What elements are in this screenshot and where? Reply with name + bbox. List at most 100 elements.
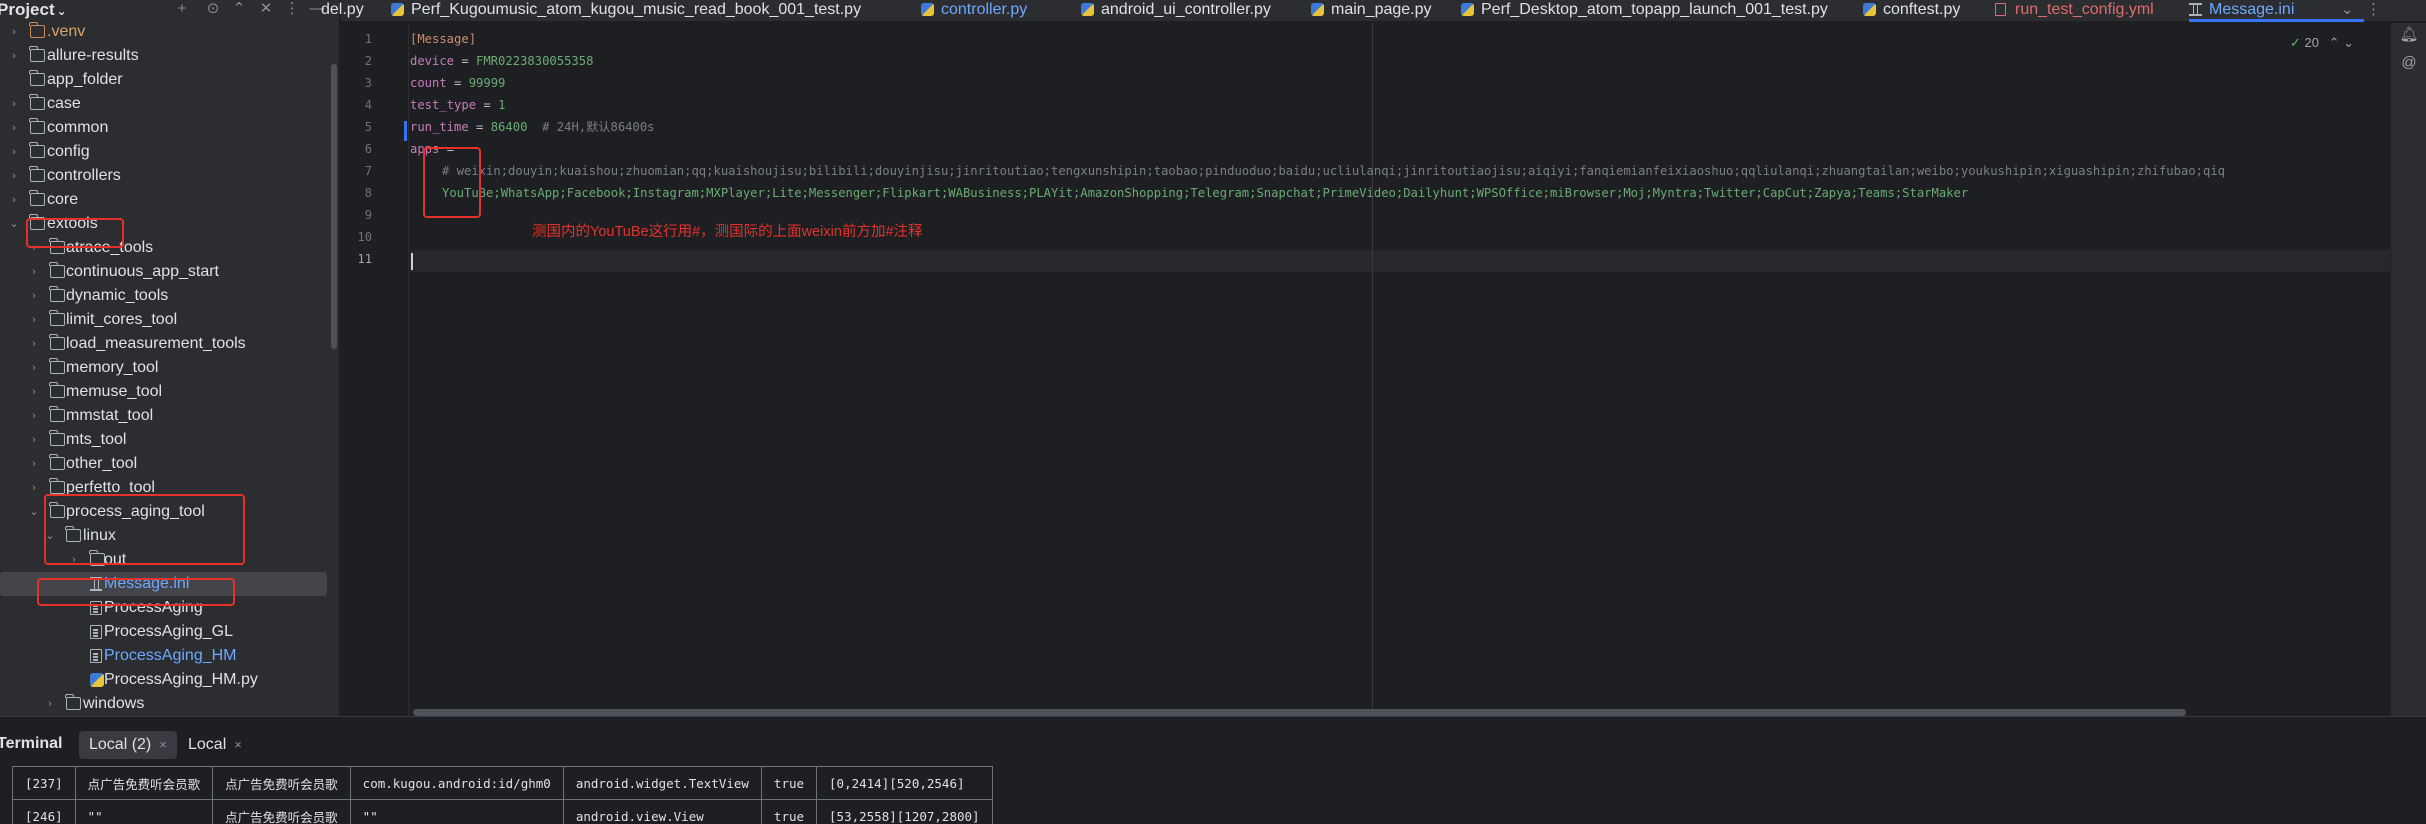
- tab-run-test-config-yml[interactable]: run_test_config.yml: [1995, 0, 2181, 22]
- tree-item-core[interactable]: › core: [0, 188, 339, 212]
- project-title[interactable]: Project ⌄: [0, 0, 67, 21]
- tree-item-processaging-hm-py[interactable]: ProcessAging_HM.py: [0, 668, 339, 692]
- chevron-right-icon[interactable]: ›: [68, 548, 80, 572]
- chevron-right-icon[interactable]: ›: [8, 164, 20, 188]
- chevron-right-icon[interactable]: ›: [28, 356, 40, 380]
- tree-item-processaging-gl[interactable]: ProcessAging_GL: [0, 620, 339, 644]
- tree-item-perfetto-tool[interactable]: › perfetto_tool: [0, 476, 339, 500]
- code-line-7[interactable]: # weixin;douyin;kuaishou;zhuomian;qq;kua…: [442, 160, 2225, 182]
- expand-all-icon[interactable]: ⌃: [229, 0, 249, 20]
- chevron-down-icon[interactable]: ⌄: [28, 500, 40, 524]
- line-number: 7: [364, 164, 372, 178]
- project-scrollbar[interactable]: [331, 64, 337, 349]
- terminal-tab-local-2[interactable]: Local (2) ×: [79, 731, 177, 759]
- tree-item-memuse-tool[interactable]: › memuse_tool: [0, 380, 339, 404]
- tree-item-extools[interactable]: ⌄ extools: [0, 212, 339, 236]
- tree-item-atrace-tools[interactable]: › atrace_tools: [0, 236, 339, 260]
- code-line-1[interactable]: [Message]: [410, 28, 476, 50]
- chevron-right-icon[interactable]: ›: [28, 260, 40, 284]
- line-number: 11: [357, 252, 372, 266]
- tree-item-memory-tool[interactable]: › memory_tool: [0, 356, 339, 380]
- close-icon[interactable]: ×: [159, 737, 167, 752]
- ai-assistant-icon[interactable]: @: [2399, 53, 2419, 73]
- py-icon: [90, 673, 104, 687]
- tab-del-py[interactable]: del.py: [321, 0, 383, 22]
- chevron-right-icon[interactable]: ›: [28, 308, 40, 332]
- chevron-right-icon[interactable]: ›: [28, 428, 40, 452]
- tree-item-allure-results[interactable]: › allure-results: [0, 44, 339, 68]
- tree-item-label: core: [47, 191, 79, 208]
- tree-item-config[interactable]: › config: [0, 140, 339, 164]
- terminal-tab-local[interactable]: Local ×: [178, 731, 252, 759]
- tab-controller-py[interactable]: controller.py: [921, 0, 1073, 22]
- code-editor[interactable]: 1 2 3 4 5 6 7 8 9 10 11 [Message] device = FMR0223…: [341, 23, 2390, 716]
- chevron-right-icon[interactable]: ›: [28, 284, 40, 308]
- more-tabs-icon[interactable]: ⋮: [2366, 0, 2381, 20]
- chevron-right-icon[interactable]: ›: [44, 692, 56, 716]
- line-number: 3: [364, 76, 372, 90]
- code-line-2[interactable]: device = FMR0223830055358: [410, 50, 593, 72]
- chevron-right-icon[interactable]: ›: [28, 452, 40, 476]
- chevron-down-icon[interactable]: ⌄: [44, 524, 56, 548]
- folder-icon: [29, 94, 45, 110]
- tab-message-ini[interactable]: Message.ini: [2189, 0, 2364, 22]
- tree-item-mts-tool[interactable]: › mts_tool: [0, 428, 339, 452]
- inspection-widget[interactable]: ✓ 20 ⌃ ⌄: [2290, 35, 2354, 51]
- chevron-right-icon[interactable]: ›: [8, 116, 20, 140]
- editor-horizontal-scrollbar[interactable]: [413, 709, 2186, 716]
- tree-item-dynamic-tools[interactable]: › dynamic_tools: [0, 284, 339, 308]
- tree-item-out[interactable]: › out: [0, 548, 339, 572]
- tree-item-continuous-app-start[interactable]: › continuous_app_start: [0, 260, 339, 284]
- tab-perf-desktop-atom-topapp-launch-001-test-py[interactable]: Perf_Desktop_atom_topapp_launch_001_test…: [1461, 0, 1855, 22]
- target-icon[interactable]: ⊙: [203, 0, 223, 20]
- py-icon: [1461, 3, 1474, 16]
- tree-item-linux[interactable]: ⌄ linux: [0, 524, 339, 548]
- tree-item-processaging-hm[interactable]: ProcessAging_HM: [0, 644, 339, 668]
- chevron-right-icon[interactable]: ›: [8, 92, 20, 116]
- tab-conftest-py[interactable]: conftest.py: [1863, 0, 1987, 22]
- chevron-right-icon[interactable]: ›: [28, 236, 40, 260]
- tree-item-load-measurement-tools[interactable]: › load_measurement_tools: [0, 332, 339, 356]
- tree-item-limit-cores-tool[interactable]: › limit_cores_tool: [0, 308, 339, 332]
- tree-item-controllers[interactable]: › controllers: [0, 164, 339, 188]
- inspection-nav-arrows[interactable]: ⌃ ⌄: [2329, 35, 2354, 50]
- tab-perf-kugoumusic-atom-kugou-music-read-book-001-test-py[interactable]: Perf_Kugoumusic_atom_kugou_music_read_bo…: [391, 0, 913, 22]
- terminal-output-table: [237] 点广告免费听会员歌 点广告免费听会员歌 com.kugou.android…: [12, 766, 993, 824]
- code-line-5[interactable]: run_time = 86400 # 24H,默认86400s: [410, 116, 655, 138]
- chevron-right-icon[interactable]: ›: [28, 476, 40, 500]
- code-line-3[interactable]: count = 99999: [410, 72, 505, 94]
- notifications-icon[interactable]: 🔔︎: [2399, 25, 2419, 45]
- tab-label: android_ui_controller.py: [1101, 1, 1271, 18]
- tree-item-app-folder[interactable]: app_folder: [0, 68, 339, 92]
- table-cell: "": [74, 799, 214, 824]
- tab-main-page-py[interactable]: main_page.py: [1311, 0, 1453, 22]
- collapse-all-icon[interactable]: ✕: [256, 0, 276, 20]
- chevron-right-icon[interactable]: ›: [8, 140, 20, 164]
- tree-item-other-tool[interactable]: › other_tool: [0, 452, 339, 476]
- code-line-4[interactable]: test_type = 1: [410, 94, 505, 116]
- chevron-down-icon[interactable]: ⌄: [8, 212, 20, 236]
- tree-item-process-aging-tool[interactable]: ⌄ process_aging_tool: [0, 500, 339, 524]
- code-line-6[interactable]: apps =: [410, 138, 454, 160]
- code-line-8[interactable]: YouTuBe;WhatsApp;Facebook;Instagram;MXPl…: [442, 182, 1968, 204]
- check-icon: ✓: [2289, 35, 2301, 50]
- more-options-icon[interactable]: ⋮: [282, 0, 302, 20]
- tree-item--venv[interactable]: › .venv: [0, 20, 339, 44]
- line-number-gutter: 1 2 3 4 5 6 7 8 9 10 11: [341, 23, 409, 716]
- tab-list-dropdown-icon[interactable]: ⌄: [2341, 0, 2354, 20]
- tree-item-processaging[interactable]: ProcessAging: [0, 596, 339, 620]
- chevron-right-icon[interactable]: ›: [28, 332, 40, 356]
- chevron-right-icon[interactable]: ›: [8, 188, 20, 212]
- chevron-right-icon[interactable]: ›: [28, 404, 40, 428]
- tree-item-case[interactable]: › case: [0, 92, 339, 116]
- close-icon[interactable]: ×: [234, 737, 242, 752]
- chevron-right-icon[interactable]: ›: [28, 380, 40, 404]
- tree-item-mmstat-tool[interactable]: › mmstat_tool: [0, 404, 339, 428]
- tree-item-common[interactable]: › common: [0, 116, 339, 140]
- add-icon[interactable]: +: [172, 0, 192, 20]
- chevron-right-icon[interactable]: ›: [8, 20, 20, 44]
- tab-android-ui-controller-py[interactable]: android_ui_controller.py: [1081, 0, 1303, 22]
- chevron-right-icon[interactable]: ›: [8, 44, 20, 68]
- tree-item-windows[interactable]: › windows: [0, 692, 339, 716]
- tree-item-message-ini[interactable]: Message.ini: [0, 572, 327, 596]
